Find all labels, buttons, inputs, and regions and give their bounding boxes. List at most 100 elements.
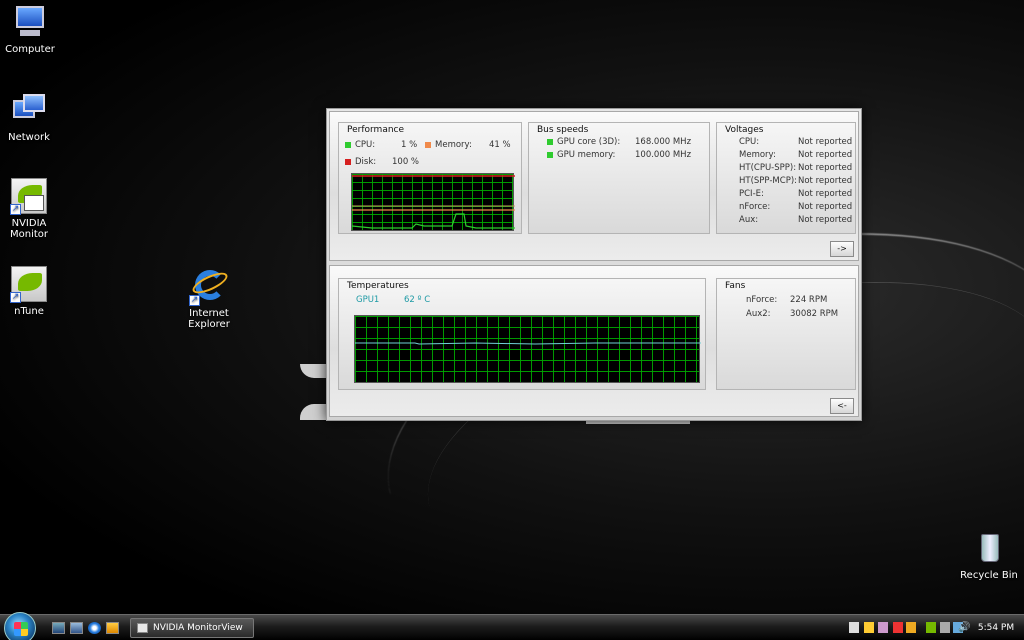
- voltages-title: Voltages: [725, 125, 764, 135]
- desktop-icon-label: nTune: [14, 306, 44, 317]
- desktop-icon-computer[interactable]: Computer: [0, 4, 62, 55]
- cpu-label: CPU:: [355, 140, 376, 150]
- gpu-core-row: GPU core (3D):: [547, 137, 620, 147]
- gpu-memory-row: GPU memory:: [547, 150, 615, 160]
- tray-icon-arrow[interactable]: [906, 622, 916, 633]
- gpu-memory-value: 100.000 MHz: [635, 150, 692, 160]
- voltage-nforce-label: nForce:: [739, 202, 771, 212]
- nvidia-monitor-icon: ↗: [10, 178, 47, 215]
- memory-value: 41 %: [489, 140, 511, 150]
- performance-title: Performance: [347, 125, 405, 135]
- performance-graph-lines: [352, 175, 515, 229]
- monitor-top-pane: Performance CPU: 1 % Memory: 41 % Disk: …: [329, 111, 859, 261]
- ntune-icon: ↗: [10, 266, 47, 303]
- tray-icon-device[interactable]: [940, 622, 950, 633]
- temperatures-title: Temperatures: [347, 281, 409, 291]
- nvidia-monitor-window[interactable]: Performance CPU: 1 % Memory: 41 % Disk: …: [326, 108, 862, 421]
- tray-icon-nvidia[interactable]: [926, 622, 936, 633]
- switch-windows-icon[interactable]: [70, 622, 83, 634]
- voltage-nforce-value: Not reported: [798, 202, 853, 212]
- gpu-core-value: 168.000 MHz: [635, 137, 692, 147]
- desktop-icon-label: Network: [8, 132, 50, 143]
- computer-icon: [12, 4, 48, 40]
- voltage-memory-label: Memory:: [739, 150, 776, 160]
- wallpaper-logo-fragment: [300, 364, 328, 378]
- taskbar: NVIDIA MonitorView 🔊 5:54 PM: [0, 612, 1024, 640]
- tray-icon-app[interactable]: [878, 622, 888, 633]
- desktop-icon-label: Internet Explorer: [188, 308, 230, 330]
- voltage-ht-cpu-spp-value: Not reported: [798, 163, 853, 173]
- internet-explorer-icon: ↗: [189, 268, 231, 306]
- voltage-memory-value: Not reported: [798, 150, 853, 160]
- tray-icon-lightning[interactable]: [864, 622, 874, 633]
- desktop-icon-internet-explorer[interactable]: ↗ Internet Explorer: [177, 268, 241, 330]
- performance-graph: [351, 173, 515, 231]
- voltage-pcie-label: PCI-E:: [739, 189, 764, 199]
- voltage-ht-spp-mcp-value: Not reported: [798, 176, 853, 186]
- monitor-bottom-pane: Temperatures GPU1 62 º C Fans nForce: 22…: [329, 265, 859, 417]
- performance-group: Performance CPU: 1 % Memory: 41 % Disk: …: [338, 122, 522, 234]
- disk-label: Disk:: [355, 157, 377, 167]
- windows-logo-icon: [14, 622, 28, 636]
- gpu-temp-value: 62 º C: [404, 295, 431, 305]
- shortcut-arrow-icon: ↗: [10, 204, 21, 215]
- voltage-cpu-value: Not reported: [798, 137, 853, 147]
- taskbar-button-nvidia-monitorview[interactable]: NVIDIA MonitorView: [130, 618, 254, 638]
- recycle-bin-icon: [971, 530, 1007, 566]
- start-button[interactable]: [4, 612, 36, 640]
- fans-title: Fans: [725, 281, 746, 291]
- disk-row: Disk:: [345, 157, 376, 167]
- collapse-button[interactable]: <-: [830, 398, 854, 414]
- bus-speeds-group: Bus speeds GPU core (3D): 168.000 MHz GP…: [528, 122, 710, 234]
- gpu-memory-label: GPU memory:: [557, 150, 616, 160]
- media-player-icon[interactable]: [106, 622, 119, 634]
- cpu-value: 1 %: [401, 140, 418, 150]
- gpu-core-label: GPU core (3D):: [557, 137, 621, 147]
- fan-aux2-label: Aux2:: [746, 309, 771, 319]
- fan-aux2-value: 30082 RPM: [790, 309, 839, 319]
- shortcut-arrow-icon: ↗: [189, 295, 200, 306]
- taskbar-clock[interactable]: 5:54 PM: [972, 615, 1020, 640]
- tray-icon-window[interactable]: [849, 622, 859, 633]
- fans-group: Fans nForce: 224 RPM Aux2: 30082 RPM: [716, 278, 856, 390]
- show-desktop-icon[interactable]: [52, 622, 65, 634]
- taskbar-button-label: NVIDIA MonitorView: [153, 623, 243, 633]
- voltage-pcie-value: Not reported: [798, 189, 853, 199]
- voltage-aux-value: Not reported: [798, 215, 853, 225]
- expand-button[interactable]: ->: [830, 241, 854, 257]
- voltage-ht-cpu-spp-label: HT(CPU-SPP):: [739, 163, 797, 173]
- memory-row: Memory:: [425, 140, 472, 150]
- internet-explorer-quicklaunch-icon[interactable]: [88, 622, 101, 634]
- desktop-icon-label: NVIDIA Monitor: [9, 218, 48, 240]
- temperature-graph: [354, 315, 701, 383]
- gpu-temp-label: GPU1: [356, 295, 380, 305]
- fan-nforce-value: 224 RPM: [790, 295, 828, 305]
- disk-value: 100 %: [392, 157, 420, 167]
- desktop-icon-recycle-bin[interactable]: Recycle Bin: [957, 530, 1021, 581]
- memory-color-icon: [425, 141, 431, 148]
- voltage-aux-label: Aux:: [739, 215, 759, 225]
- voltage-cpu-label: CPU:: [739, 137, 760, 147]
- desktop-icon-network[interactable]: Network: [0, 92, 61, 143]
- cpu-row: CPU:: [345, 140, 375, 150]
- temperature-graph-line: [355, 342, 701, 345]
- wallpaper-logo-fragment: [300, 404, 328, 420]
- tray-icon-shield[interactable]: [893, 622, 903, 633]
- memory-label: Memory:: [435, 140, 472, 150]
- fan-nforce-label: nForce:: [746, 295, 778, 305]
- cpu-color-icon: [345, 141, 351, 148]
- desktop-icon-label: Recycle Bin: [960, 570, 1018, 581]
- temperatures-group: Temperatures GPU1 62 º C: [338, 278, 706, 390]
- voltage-ht-spp-mcp-label: HT(SPP-MCP):: [739, 176, 798, 186]
- gpu-core-color-icon: [547, 138, 553, 145]
- shortcut-arrow-icon: ↗: [10, 292, 21, 303]
- network-icon: [11, 92, 47, 128]
- gpu-memory-color-icon: [547, 151, 553, 158]
- desktop-icon-label: Computer: [5, 44, 55, 55]
- volume-icon[interactable]: 🔊: [958, 622, 970, 633]
- voltages-group: Voltages CPU: Not reported Memory: Not r…: [716, 122, 856, 234]
- nvidia-monitorview-app-icon: [137, 623, 148, 633]
- desktop-icon-nvidia-monitor[interactable]: ↗ NVIDIA Monitor: [0, 178, 61, 240]
- desktop-icon-ntune[interactable]: ↗ nTune: [0, 266, 61, 317]
- disk-color-icon: [345, 158, 351, 165]
